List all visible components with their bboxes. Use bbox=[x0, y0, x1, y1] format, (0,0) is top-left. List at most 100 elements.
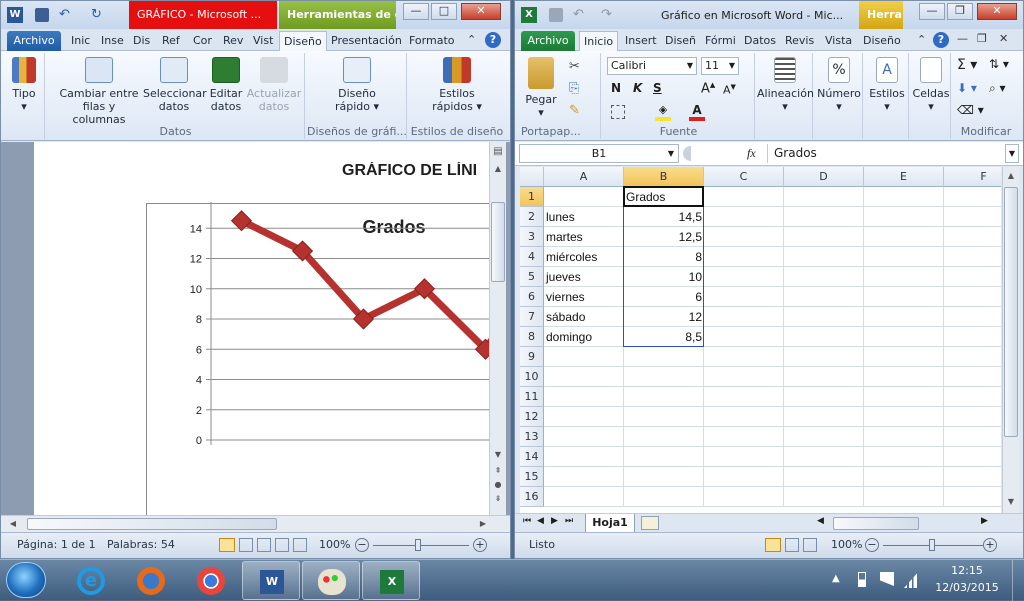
column-header-a[interactable]: A bbox=[544, 167, 624, 187]
show-desktop-button[interactable] bbox=[1012, 560, 1024, 601]
row-header-3[interactable]: 3 bbox=[520, 227, 544, 247]
cell-a2[interactable]: lunes bbox=[544, 207, 624, 227]
clock-date[interactable]: 12/03/2015 bbox=[932, 581, 1002, 594]
next-page-icon[interactable]: ⇟ bbox=[490, 494, 506, 503]
redo-icon[interactable]: ↻ bbox=[91, 8, 105, 22]
row-header-2[interactable]: 2 bbox=[520, 207, 544, 227]
tab-diseno[interactable]: Diseño bbox=[279, 31, 327, 51]
document-horizontal-scrollbar[interactable]: ◀ ▶ bbox=[1, 515, 510, 532]
minimize-button[interactable]: — bbox=[403, 3, 429, 20]
excel-zoom-level[interactable]: 100% bbox=[831, 533, 862, 557]
last-sheet-arrow[interactable]: ⏭ bbox=[565, 516, 573, 526]
editar-datos-button[interactable]: Editar datos bbox=[205, 57, 247, 113]
column-header-d[interactable]: D bbox=[784, 167, 864, 187]
excel-zoom-in-button[interactable]: + bbox=[983, 538, 997, 552]
excel-redo-icon[interactable]: ↷ bbox=[601, 8, 615, 22]
row-header-13[interactable]: 13 bbox=[520, 427, 544, 447]
decrease-font-icon[interactable]: A▼ bbox=[723, 83, 736, 97]
excel-tab-revisar[interactable]: Revis bbox=[781, 31, 818, 51]
taskbar-chrome[interactable] bbox=[182, 561, 240, 600]
document-vertical-scrollbar[interactable]: ▤ ▲ ▼ ⇞ ● ⇟ bbox=[489, 142, 506, 515]
zoom-slider[interactable] bbox=[373, 545, 469, 546]
cell-a4[interactable]: miércoles bbox=[544, 247, 624, 267]
spreadsheet-grid[interactable]: A B C D E F 1 2 3 4 5 6 7 8 9 10 11 12 13 14 15 16 Grados lunes… bbox=[520, 167, 1001, 513]
fill-icon[interactable]: ⬇ ▾ bbox=[957, 81, 977, 95]
cell-a3[interactable]: martes bbox=[544, 227, 624, 247]
clear-icon[interactable]: ⌫ ▾ bbox=[957, 103, 984, 117]
row-header-4[interactable]: 4 bbox=[520, 247, 544, 267]
format-painter-icon[interactable]: ✎ bbox=[569, 103, 580, 118]
full-screen-view-icon[interactable] bbox=[239, 538, 253, 552]
row-header-14[interactable]: 14 bbox=[520, 447, 544, 467]
row-header-5[interactable]: 5 bbox=[520, 267, 544, 287]
scroll-down-arrow[interactable]: ▼ bbox=[490, 450, 506, 459]
first-sheet-arrow[interactable]: ⏮ bbox=[523, 516, 531, 526]
line-chart[interactable]: Grados 0 2 4 6 8 10 12 14 16 bbox=[134, 202, 489, 515]
autosum-icon[interactable]: Σ ▾ bbox=[957, 57, 977, 73]
column-header-c[interactable]: C bbox=[704, 167, 784, 187]
increase-font-icon[interactable]: A▲ bbox=[701, 81, 715, 96]
ruler-toggle-icon[interactable]: ▤ bbox=[490, 146, 506, 157]
excel-scroll-down-arrow[interactable]: ▼ bbox=[1003, 497, 1019, 506]
name-box[interactable]: B1 ▼ bbox=[519, 144, 679, 163]
excel-tab-insertar[interactable]: Insert bbox=[621, 31, 661, 51]
excel-vertical-thumb[interactable] bbox=[1004, 187, 1018, 437]
normal-view-icon[interactable] bbox=[765, 538, 781, 552]
show-hidden-icons[interactable]: ▲ bbox=[832, 573, 840, 584]
pegar-button[interactable]: Pegar ▾ bbox=[521, 57, 561, 119]
horizontal-scroll-thumb[interactable] bbox=[27, 518, 277, 530]
minimize-ribbon-icon[interactable]: ⌃ bbox=[467, 33, 476, 46]
scroll-right-arrow[interactable]: ▶ bbox=[475, 519, 491, 528]
row-header-6[interactable]: 6 bbox=[520, 287, 544, 307]
row-header-7[interactable]: 7 bbox=[520, 307, 544, 327]
tab-diseno-pagina[interactable]: Dis bbox=[129, 31, 154, 51]
tab-vista[interactable]: Vist bbox=[249, 31, 277, 51]
maximize-button[interactable]: □ bbox=[431, 3, 457, 20]
taskbar-firefox[interactable] bbox=[122, 561, 180, 600]
taskbar-paint[interactable] bbox=[302, 561, 360, 600]
print-layout-view-icon[interactable] bbox=[219, 538, 235, 552]
excel-vertical-scrollbar[interactable]: ▲ ▼ bbox=[1002, 167, 1019, 513]
clock-time[interactable]: 12:15 bbox=[932, 564, 1002, 577]
tab-formato[interactable]: Formato bbox=[405, 31, 459, 51]
help-icon[interactable]: ? bbox=[485, 32, 501, 48]
outline-view-icon[interactable] bbox=[275, 538, 289, 552]
series-line-grados[interactable] bbox=[238, 217, 490, 353]
seleccionar-datos-button[interactable]: Seleccionar datos bbox=[143, 57, 207, 113]
document-page[interactable]: GRÁFICO DE LÍNI Grados 0 2 4 6 8 10 12 14 16 bbox=[34, 142, 489, 515]
row-header-9[interactable]: 9 bbox=[520, 347, 544, 367]
select-all-corner[interactable] bbox=[520, 167, 544, 187]
excel-minimize-ribbon-icon[interactable]: ⌃ bbox=[917, 33, 926, 46]
scroll-left-arrow[interactable]: ◀ bbox=[5, 519, 21, 528]
excel-app-icon[interactable]: X bbox=[521, 7, 537, 23]
zoom-in-button[interactable]: + bbox=[473, 538, 487, 552]
network-icon[interactable] bbox=[904, 570, 920, 588]
row-header-10[interactable]: 10 bbox=[520, 367, 544, 387]
tab-referencias[interactable]: Ref bbox=[158, 31, 184, 51]
action-center-icon[interactable] bbox=[880, 572, 894, 586]
tab-insertar[interactable]: Inse bbox=[97, 31, 128, 51]
tab-archivo[interactable]: Archivo bbox=[7, 31, 61, 51]
excel-save-icon[interactable] bbox=[549, 8, 563, 22]
save-icon[interactable] bbox=[35, 8, 49, 22]
sheet-tab-hoja1[interactable]: Hoja1 bbox=[585, 514, 635, 533]
cambiar-filas-columnas-button[interactable]: Cambiar entre filas y columnas bbox=[55, 57, 143, 126]
page-layout-view-icon[interactable] bbox=[785, 538, 799, 552]
excel-tab-inicio[interactable]: Inicio bbox=[579, 31, 619, 51]
excel-tab-archivo[interactable]: Archivo bbox=[521, 31, 575, 51]
row-header-16[interactable]: 16 bbox=[520, 487, 544, 507]
scroll-up-arrow[interactable]: ▲ bbox=[490, 164, 506, 173]
page-count[interactable]: Página: 1 de 1 bbox=[17, 533, 96, 557]
excel-zoom-thumb[interactable] bbox=[929, 539, 935, 551]
row-header-15[interactable]: 15 bbox=[520, 467, 544, 487]
underline-icon[interactable]: S bbox=[653, 81, 662, 95]
zoom-level[interactable]: 100% bbox=[319, 533, 350, 557]
excel-scroll-up-arrow[interactable]: ▲ bbox=[1003, 171, 1019, 180]
excel-minimize-button[interactable]: — bbox=[919, 3, 945, 20]
excel-restore-button[interactable]: ❐ bbox=[947, 3, 973, 20]
excel-close-button[interactable]: ✕ bbox=[977, 3, 1017, 20]
tab-inicio[interactable]: Inic bbox=[67, 31, 94, 51]
excel-help-icon[interactable]: ? bbox=[933, 32, 949, 48]
row-header-8[interactable]: 8 bbox=[520, 327, 544, 347]
taskbar-word[interactable]: W bbox=[242, 561, 300, 600]
